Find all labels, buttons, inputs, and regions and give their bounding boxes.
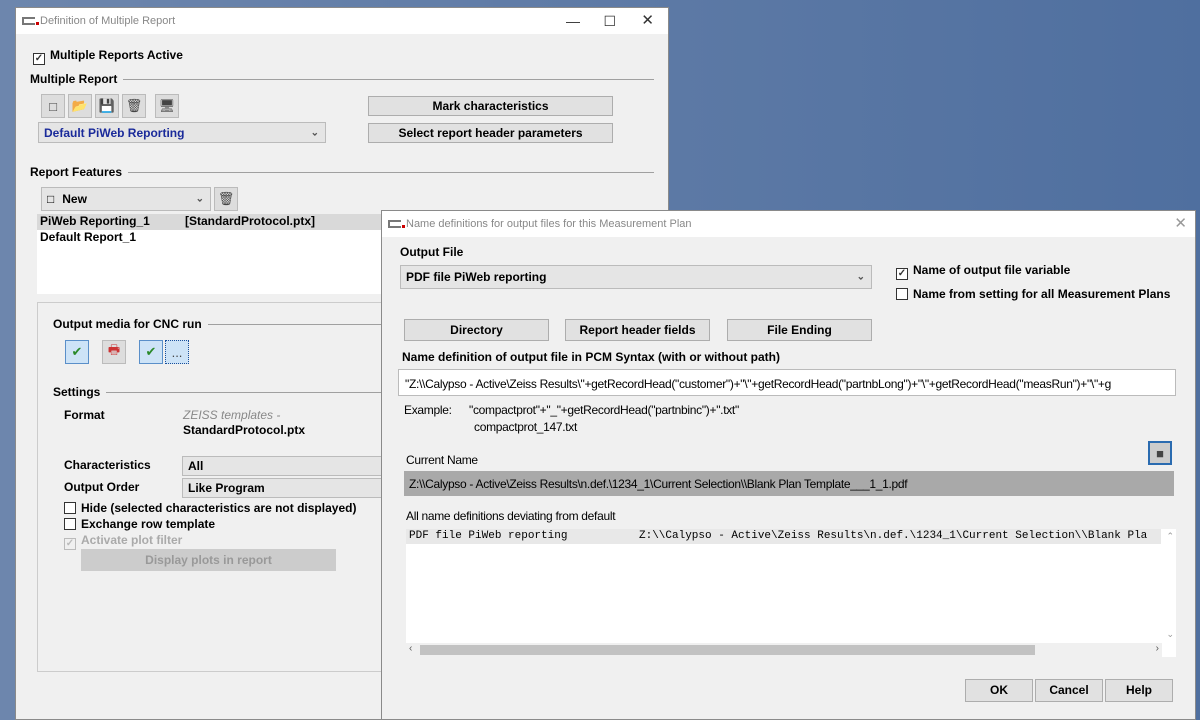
- example-label: Example:: [404, 403, 452, 417]
- list-item[interactable]: PDF file PiWeb reporting Z:\\Calypso - Ac…: [406, 529, 1161, 544]
- name-all-plans-checkbox[interactable]: Name from setting for all Measurement Pl…: [896, 287, 1170, 301]
- report-features-section: Report Features: [30, 165, 654, 179]
- delete-feature-icon[interactable]: 🗑: [214, 187, 238, 211]
- section-label: Output media for CNC run: [53, 317, 202, 331]
- name-definitions-dialog: Name definitions for output files for th…: [381, 210, 1196, 720]
- name-variable-checkbox[interactable]: ✓ Name of output file variable: [896, 263, 1070, 280]
- report-select[interactable]: Default PiWeb Reporting ⌄: [38, 122, 326, 143]
- report-header-fields-button[interactable]: Report header fields: [565, 319, 710, 341]
- name-variable-label: Name of output file variable: [913, 263, 1071, 277]
- select-header-params-button[interactable]: Select report header parameters: [368, 123, 613, 143]
- item-name: PiWeb Reporting_1: [40, 214, 150, 228]
- characteristics-label: Characteristics: [64, 458, 151, 472]
- new-feature-select[interactable]: □ New ⌄: [41, 187, 211, 211]
- close-icon[interactable]: ✕: [1174, 211, 1187, 237]
- output-file-label: Output File: [400, 245, 464, 259]
- scroll-right-icon[interactable]: ›: [1156, 643, 1159, 654]
- item-name: PDF file PiWeb reporting: [409, 530, 568, 542]
- new-select-value: New: [62, 192, 87, 206]
- directory-button[interactable]: Directory: [404, 319, 549, 341]
- printer-disabled-icon[interactable]: 🖶: [102, 340, 126, 364]
- multiple-active-label: Multiple Reports Active: [50, 48, 183, 62]
- output-file-value: PDF file PiWeb reporting: [406, 270, 547, 284]
- chevron-down-icon: ⌄: [195, 193, 204, 205]
- item-file: [StandardProtocol.ptx]: [185, 214, 316, 228]
- scrollbar-thumb[interactable]: [420, 645, 1035, 655]
- new-file-icon: □: [47, 192, 55, 206]
- export-check-icon[interactable]: ✔: [65, 340, 89, 364]
- current-name-field: Z:\\Calypso - Active\Zeiss Results\n.def…: [404, 471, 1174, 496]
- multiple-active-checkbox[interactable]: ✓ Multiple Reports Active: [33, 48, 183, 65]
- exchange-row-checkbox[interactable]: Exchange row template: [64, 517, 215, 531]
- output-order-select[interactable]: Like Program: [182, 478, 412, 498]
- monitor-icon[interactable]: 🖥: [155, 94, 179, 118]
- output-file-select[interactable]: PDF file PiWeb reporting ⌄: [400, 265, 872, 289]
- example-code: "compactprot"+"_"+getRecordHead("partnbi…: [469, 403, 739, 417]
- format-label: Format: [64, 408, 105, 422]
- current-name-label: Current Name: [406, 453, 478, 467]
- hide-checkbox[interactable]: Hide (selected characteristics are not d…: [64, 501, 356, 515]
- multiple-report-section: Multiple Report: [30, 72, 654, 86]
- deviating-label: All name definitions deviating from defa…: [406, 509, 616, 523]
- exchange-label: Exchange row template: [81, 517, 216, 531]
- pdf-check-icon[interactable]: ✔: [139, 340, 163, 364]
- help-button[interactable]: Help: [1105, 679, 1173, 702]
- minimize-icon[interactable]: —: [566, 8, 580, 34]
- ok-button[interactable]: OK: [965, 679, 1033, 702]
- scroll-down-icon[interactable]: ⌄: [1166, 629, 1174, 640]
- window-title: Definition of Multiple Report: [40, 15, 176, 27]
- example-result: compactprot_147.txt: [474, 420, 578, 434]
- title-bar: Name definitions for output files for th…: [382, 211, 1195, 237]
- open-folder-icon[interactable]: 📂: [68, 94, 92, 118]
- pcm-syntax-input[interactable]: "Z:\\Calypso - Active\Zeiss Results\"+ge…: [398, 369, 1176, 396]
- format-file: StandardProtocol.ptx: [183, 423, 306, 437]
- characteristics-value: All: [188, 459, 204, 473]
- pcm-syntax-label: Name definition of output file in PCM Sy…: [402, 350, 780, 364]
- cancel-button[interactable]: Cancel: [1035, 679, 1103, 702]
- section-label: Settings: [53, 385, 101, 399]
- title-bar: Definition of Multiple Report — ☐ ✕: [16, 8, 668, 34]
- copy-icon[interactable]: ■: [1148, 441, 1172, 465]
- characteristics-select[interactable]: All: [182, 456, 412, 476]
- item-path: Z:\\Calypso - Active\Zeiss Results\n.def…: [639, 530, 1148, 542]
- app-logo-icon: [22, 17, 39, 25]
- maximize-icon[interactable]: ☐: [603, 8, 616, 34]
- section-label: Multiple Report: [30, 72, 118, 86]
- display-plots-button[interactable]: Display plots in report: [81, 549, 336, 571]
- deviating-list: PDF file PiWeb reporting Z:\\Calypso - Ac…: [406, 529, 1176, 657]
- new-file-icon[interactable]: □: [41, 94, 65, 118]
- item-name: Default Report_1: [40, 230, 137, 244]
- name-all-label: Name from setting for all Measurement Pl…: [913, 287, 1171, 301]
- report-select-value: Default PiWeb Reporting: [44, 125, 185, 140]
- delete-trash-icon[interactable]: 🗑: [122, 94, 146, 118]
- dialog-title: Name definitions for output files for th…: [406, 218, 692, 230]
- hide-label: Hide (selected characteristics are not d…: [81, 501, 357, 515]
- mark-characteristics-button[interactable]: Mark characteristics: [368, 96, 613, 116]
- format-template: ZEISS templates -: [183, 408, 281, 422]
- app-logo-icon: [388, 220, 405, 228]
- save-icon[interactable]: 💾: [95, 94, 119, 118]
- pcm-syntax-value: "Z:\\Calypso - Active\Zeiss Results\"+ge…: [405, 377, 1111, 391]
- output-order-label: Output Order: [64, 480, 140, 494]
- scroll-left-icon[interactable]: ‹: [409, 643, 412, 654]
- close-icon[interactable]: ✕: [641, 8, 654, 34]
- plot-filter-label: Activate plot filter: [81, 533, 183, 547]
- plot-filter-checkbox[interactable]: ✓ Activate plot filter: [64, 533, 182, 550]
- more-options-button[interactable]: ...: [165, 340, 189, 364]
- file-ending-button[interactable]: File Ending: [727, 319, 872, 341]
- output-order-value: Like Program: [188, 481, 265, 495]
- horizontal-scrollbar[interactable]: ‹ ›: [406, 643, 1162, 657]
- scroll-up-icon[interactable]: ⌃: [1166, 531, 1174, 542]
- current-name-value: Z:\\Calypso - Active\Zeiss Results\n.def…: [409, 477, 908, 491]
- chevron-down-icon: ⌄: [856, 271, 865, 283]
- chevron-down-icon: ⌄: [310, 127, 319, 138]
- section-label: Report Features: [30, 165, 123, 179]
